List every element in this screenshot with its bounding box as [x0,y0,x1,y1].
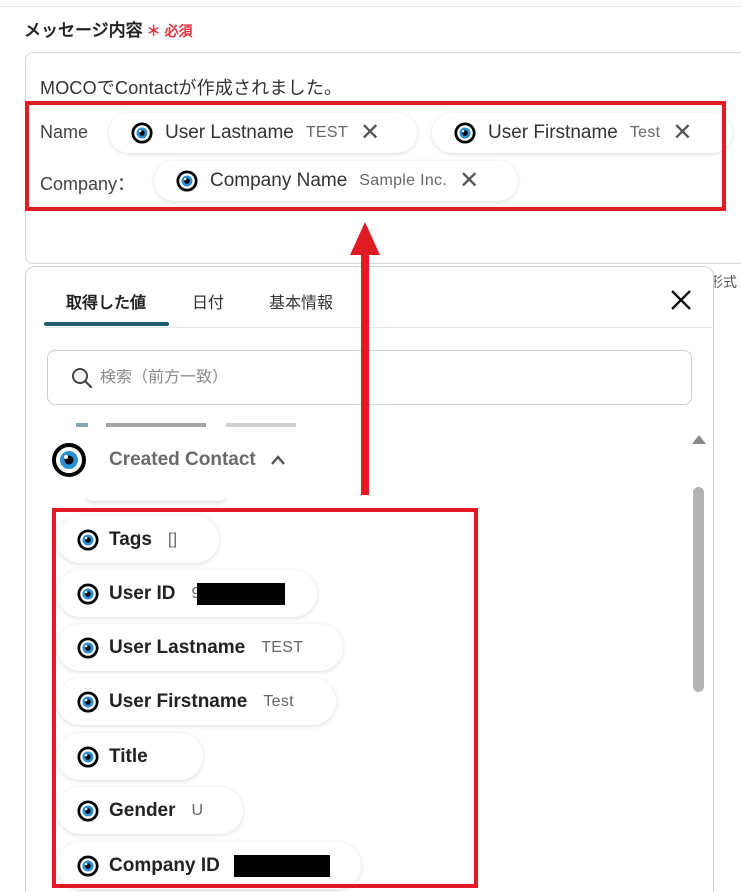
tab-acquired-values[interactable]: 取得した値 [66,289,146,313]
tab-basic-info[interactable]: 基本情報 [269,289,333,313]
top-divider [0,6,741,7]
field-label-text: メッセージ内容 [24,21,143,40]
required-mark: ＊ [146,23,161,39]
up-arrow-annotation [350,222,380,495]
moco-eye-icon [52,443,86,477]
scrolled-chip-remnant [86,493,226,501]
highlight-box-list [52,508,478,888]
chevron-up-icon[interactable] [270,454,286,466]
required-badge: ＊ 必須 [147,23,193,39]
scrolled-item-remnant [76,417,306,427]
search-icon [72,367,93,388]
scrollbar-thumb[interactable] [693,487,704,692]
highlight-box-editor [25,101,726,211]
tab-date[interactable]: 日付 [192,289,224,313]
close-icon[interactable] [666,285,696,315]
group-header-created-contact[interactable]: Created Contact [51,442,286,478]
scroll-up-arrow-icon[interactable] [692,435,706,444]
field-label: メッセージ内容＊ 必須 [24,16,193,41]
group-title: Created Contact [109,449,256,470]
required-text: 必須 [164,23,193,39]
editor-text-line: MOCOでContactが作成されました。 [40,78,343,98]
active-tab-underline [44,322,169,326]
